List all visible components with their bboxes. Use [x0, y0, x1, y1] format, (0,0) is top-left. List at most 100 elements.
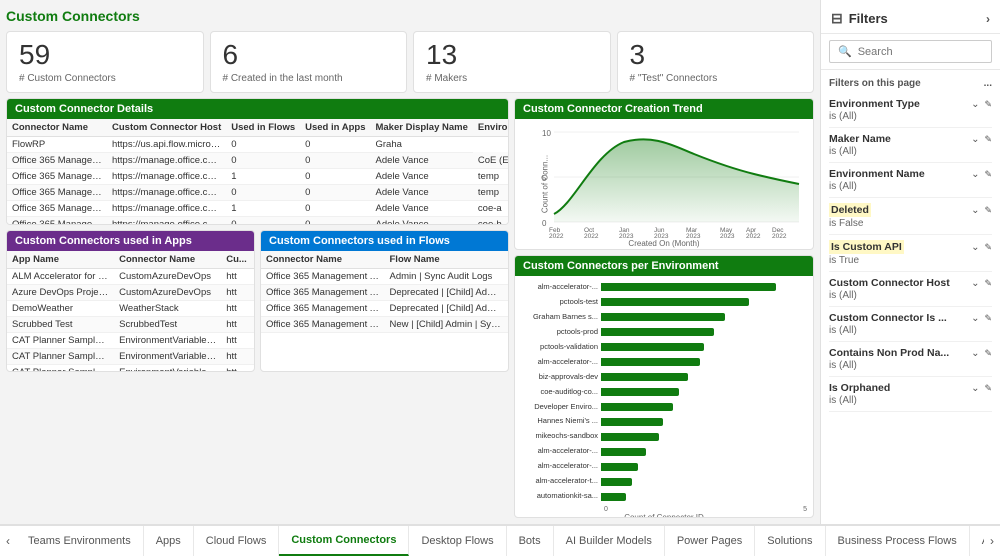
filters-section: Filters on this page ... Environment Typ… [821, 70, 1000, 524]
filters-title: Filters [849, 11, 888, 26]
bar-item [601, 355, 807, 369]
filter-edit-icon[interactable]: ✎ [984, 134, 992, 145]
table-row: Office 365 Management API Newhttps://man… [7, 216, 508, 224]
per-env-title: Custom Connectors per Environment [515, 256, 813, 276]
bar-item [601, 415, 807, 429]
tab-desktop-flows[interactable]: Desktop Flows [409, 526, 506, 556]
kpi-value-3: 3 [630, 40, 802, 71]
table-row: Office 365 Management APIDeprecated | [C… [261, 284, 508, 300]
filter-edit-icon[interactable]: ✎ [984, 313, 992, 324]
filters-header: ⊟ Filters › [821, 0, 1000, 34]
table-row: Office 365 Management APIhttps://manage.… [7, 168, 508, 184]
filter-chevron-icon[interactable]: ⌄ [971, 134, 979, 145]
filter-chevron-icon[interactable]: ⌄ [971, 278, 979, 289]
bar-item [601, 460, 807, 474]
table-row: Azure DevOps ProjectsCustomAzureDevOpsht… [7, 284, 254, 300]
table-row: Office 365 Management API NewNew | [Chil… [261, 316, 508, 332]
bar-item [601, 325, 807, 339]
tab-business-process-flows[interactable]: Business Process Flows [826, 526, 970, 556]
filter-value: is (All) [829, 111, 992, 122]
col-env: Enviro... [473, 119, 508, 137]
bar-item [601, 310, 807, 324]
col-app-cu: Cu... [221, 251, 254, 269]
creation-trend-title: Custom Connector Creation Trend [515, 99, 813, 119]
tab-teams-environments[interactable]: Teams Environments [16, 526, 144, 556]
filter-icon: ⊟ [831, 10, 843, 27]
bar-fill [601, 388, 679, 396]
search-box[interactable]: 🔍 [829, 40, 992, 63]
filter-chevron-icon[interactable]: ⌄ [971, 99, 979, 110]
tab-ai-builder-models[interactable]: AI Builder Models [554, 526, 665, 556]
bar-label: mikeochs-sandbox [521, 432, 598, 440]
filter-item: Maker Name⌄✎is (All) [829, 128, 992, 163]
bar-chart-area: alm-accelerator-...pctools-testGraham Ba… [515, 276, 813, 518]
tabs-left-arrow[interactable]: ‹ [0, 526, 16, 556]
filter-value: is (All) [829, 360, 992, 371]
search-icon: 🔍 [838, 45, 852, 58]
bar-fill [601, 313, 725, 321]
tab-app...[interactable]: App... [970, 526, 984, 556]
filter-item: Custom Connector Host ⌄ ✎is (All) [829, 272, 992, 307]
filter-edit-icon[interactable]: ✎ [984, 169, 992, 180]
filters-expand-icon[interactable]: › [986, 12, 990, 26]
filter-name: Custom Connector Host [829, 277, 950, 289]
kpi-value-1: 6 [223, 40, 395, 71]
tab-solutions[interactable]: Solutions [755, 526, 825, 556]
kpi-card-0: 59 # Custom Connectors [6, 31, 204, 93]
tab-apps[interactable]: Apps [144, 526, 194, 556]
filter-edit-icon[interactable]: ✎ [984, 383, 992, 394]
filter-chevron-icon[interactable]: ⌄ [971, 242, 979, 253]
svg-text:2022: 2022 [584, 233, 599, 240]
tabs-right-arrow[interactable]: › [984, 526, 1000, 556]
filter-chevron-icon[interactable]: ⌄ [971, 383, 979, 394]
table-row: Office 365 Management API Newhttps://man… [7, 200, 508, 216]
tab-custom-connectors[interactable]: Custom Connectors [279, 526, 409, 556]
search-input[interactable] [858, 46, 1000, 58]
bar-fill [601, 373, 688, 381]
bar-x-axis: 0 5 [521, 506, 807, 513]
filter-chevron-icon[interactable]: ⌄ [971, 205, 979, 216]
bar-item [601, 370, 807, 384]
filter-chevron-icon[interactable]: ⌄ [971, 313, 979, 324]
filter-name: Is Custom API [829, 240, 904, 254]
bar-label: alm-accelerator-... [521, 447, 598, 455]
filter-edit-icon[interactable]: ✎ [984, 348, 992, 359]
tabs-container: Teams EnvironmentsAppsCloud FlowsCustom … [16, 526, 984, 556]
filter-chevron-icon[interactable]: ⌄ [971, 348, 979, 359]
bar-fill [601, 418, 663, 426]
svg-text:0: 0 [542, 219, 547, 228]
col-connector-name: Connector Name [7, 119, 107, 137]
tab-bots[interactable]: Bots [507, 526, 554, 556]
filter-value: is (All) [829, 290, 992, 301]
connector-apps-title: Custom Connectors used in Apps [7, 231, 254, 251]
table-row: CAT Planner Sample AppEnvironmentVariabl… [7, 332, 254, 348]
filter-value: is (All) [829, 181, 992, 192]
bar-chart-bars [601, 280, 807, 504]
bar-item [601, 475, 807, 489]
col-flow-connector: Connector Name [261, 251, 385, 269]
tab-cloud-flows[interactable]: Cloud Flows [194, 526, 280, 556]
bar-label: coe-auditlog-co... [521, 388, 598, 396]
connector-flows-data: Connector Name Flow Name Office 365 Mana… [261, 251, 508, 333]
connector-apps-data: App Name Connector Name Cu... ALM Accele… [7, 251, 254, 371]
svg-text:2022: 2022 [746, 233, 761, 240]
col-app-connector: Connector Name [114, 251, 221, 269]
filter-edit-icon[interactable]: ✎ [984, 205, 992, 216]
bar-item [601, 400, 807, 414]
search-container: 🔍 [821, 34, 1000, 70]
bar-item [601, 490, 807, 504]
filter-item: Contains Non Prod Na...⌄✎is (All) [829, 342, 992, 377]
filter-edit-icon[interactable]: ✎ [984, 242, 992, 253]
filter-item: Deleted⌄✎is False [829, 198, 992, 235]
table-row: Office 365 Management APIhttps://manage.… [7, 152, 508, 168]
filter-edit-icon[interactable]: ✎ [984, 278, 992, 289]
col-host: Custom Connector Host [107, 119, 226, 137]
kpi-card-3: 3 # "Test" Connectors [617, 31, 815, 93]
bar-label: alm-accelerator-t... [521, 477, 598, 485]
bar-label: alm-accelerator-... [521, 358, 598, 366]
filters-more-icon[interactable]: ... [984, 78, 992, 89]
filter-chevron-icon[interactable]: ⌄ [971, 169, 979, 180]
filter-edit-icon[interactable]: ✎ [984, 99, 992, 110]
filter-item: Environment Name⌄✎is (All) [829, 163, 992, 198]
tab-power-pages[interactable]: Power Pages [665, 526, 755, 556]
